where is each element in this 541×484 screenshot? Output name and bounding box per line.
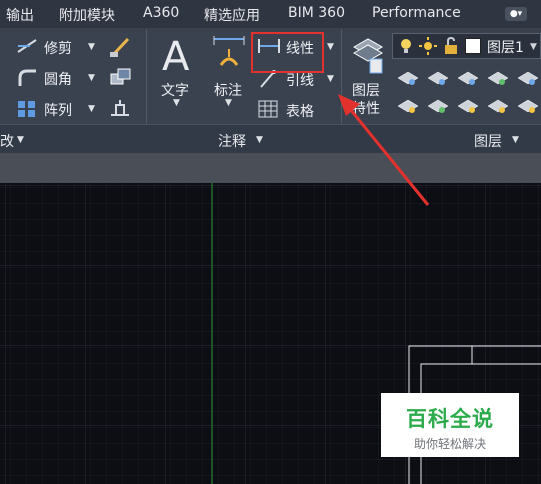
watermark-title: 百科全说 <box>406 407 494 431</box>
watermark-subtitle: 助你轻松解决 <box>413 437 486 451</box>
watermark-logo: 百科全说 助你轻松解决 <box>381 393 519 457</box>
